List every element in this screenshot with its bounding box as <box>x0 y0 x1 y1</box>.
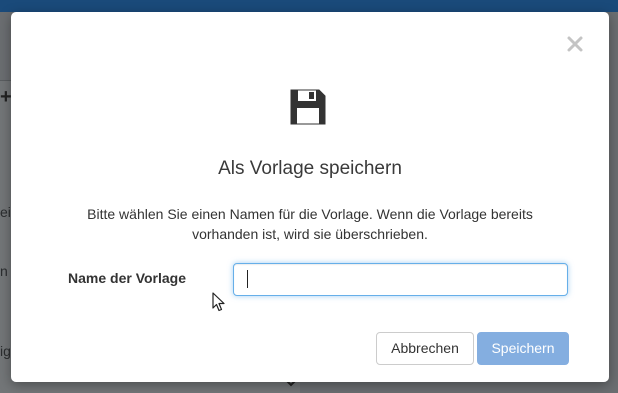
cancel-button[interactable]: Abbrechen <box>376 332 474 365</box>
save-template-dialog: Als Vorlage speichern Bitte wählen Sie e… <box>11 12 609 382</box>
app-header-bar <box>0 0 618 12</box>
screen: + ein n ig Als Vorlage speichern Bitte w… <box>0 0 618 393</box>
template-name-input[interactable] <box>233 263 568 296</box>
template-name-label: Name der Vorlage <box>68 270 187 286</box>
plus-icon: + <box>0 86 12 108</box>
text-caret <box>247 270 248 288</box>
background-text-fragment: n <box>0 263 8 279</box>
floppy-disk-icon <box>288 87 328 127</box>
save-button[interactable]: Speichern <box>477 332 569 365</box>
background-text-fragment: ig <box>0 343 11 359</box>
dialog-title: Als Vorlage speichern <box>218 158 402 179</box>
close-icon[interactable] <box>565 34 585 54</box>
dialog-description: Bitte wählen Sie einen Namen für die Vor… <box>87 206 533 242</box>
